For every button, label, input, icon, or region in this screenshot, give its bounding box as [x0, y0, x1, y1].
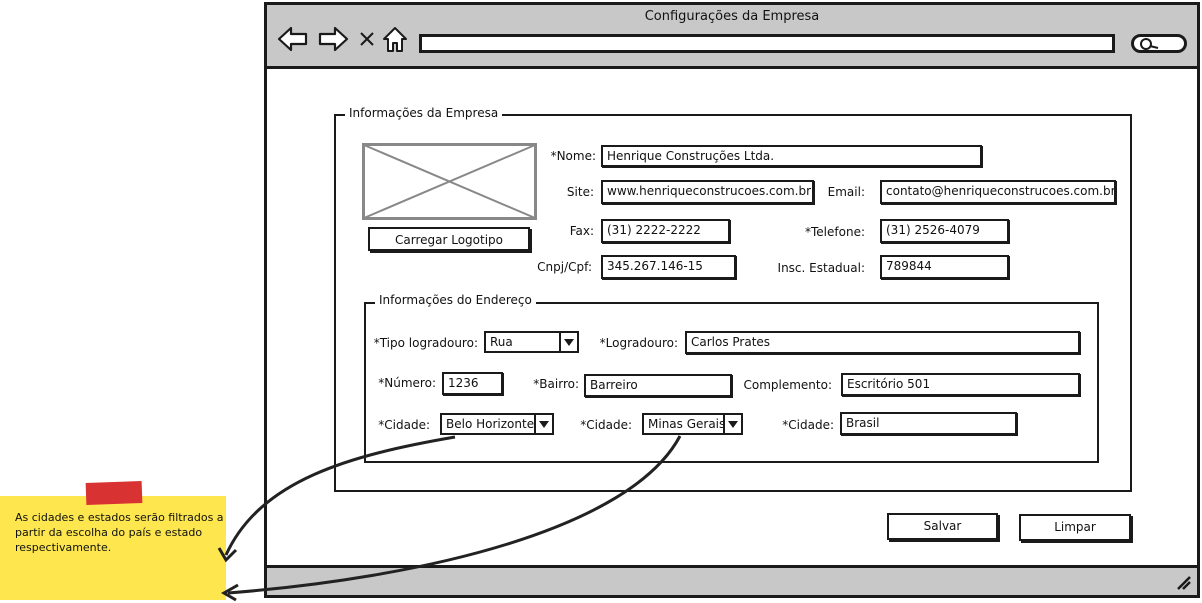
forward-arrow-icon[interactable]: [317, 25, 349, 53]
title-bar: Configurações da Empresa: [267, 5, 1197, 69]
state-select[interactable]: Minas Gerais: [642, 413, 743, 435]
address-bar[interactable]: [419, 34, 1115, 53]
state-value: Minas Gerais: [648, 417, 726, 431]
sticky-note-tape: [85, 481, 143, 505]
home-icon[interactable]: [381, 25, 409, 53]
email-field[interactable]: contato@henriqueconstrucoes.com.br: [880, 180, 1116, 204]
site-field[interactable]: www.henriqueconstrucoes.com.br: [601, 180, 814, 204]
fax-label: Fax:: [569, 224, 594, 238]
country-field[interactable]: Brasil: [840, 412, 1017, 435]
state-label: *Cidade:: [580, 418, 632, 432]
close-x-icon[interactable]: [359, 25, 375, 53]
upload-logo-button[interactable]: Carregar Logotipo: [368, 227, 530, 251]
cnpj-field[interactable]: 345.267.146-15: [601, 255, 736, 279]
country-label: *Cidade:: [782, 418, 834, 432]
phone-field[interactable]: (31) 2526-4079: [880, 219, 1009, 243]
street-label: *Logradouro:: [599, 336, 678, 350]
city-select[interactable]: Belo Horizonte: [440, 413, 554, 435]
search-box[interactable]: [1131, 34, 1187, 53]
phone-label: *Telefone:: [805, 225, 865, 239]
back-arrow-icon[interactable]: [277, 25, 309, 53]
sticky-note-text: As cidades e estados serão filtrados a p…: [15, 511, 224, 554]
state-registration-label: Insc. Estadual:: [777, 261, 865, 275]
city-label: *Cidade:: [378, 418, 430, 432]
save-button[interactable]: Salvar: [887, 513, 998, 540]
state-registration-field[interactable]: 789844: [880, 255, 1009, 279]
email-label: Email:: [827, 185, 865, 199]
district-label: *Bairro:: [533, 377, 579, 391]
window-title: Configurações da Empresa: [644, 9, 820, 24]
cnpj-label: Cnpj/Cpf:: [537, 260, 592, 274]
site-label: Site:: [566, 185, 594, 199]
company-legend: Informações da Empresa: [345, 106, 503, 120]
city-value: Belo Horizonte: [446, 417, 535, 431]
resize-grip-icon[interactable]: [1175, 574, 1191, 590]
fax-field[interactable]: (31) 2222-2222: [601, 219, 730, 243]
address-legend: Informações do Endereço: [375, 293, 536, 307]
search-icon: [1140, 38, 1159, 50]
street-type-label: *Tipo logradouro:: [373, 336, 478, 350]
street-field[interactable]: Carlos Prates: [685, 331, 1080, 354]
status-bar: [267, 565, 1197, 595]
chevron-down-icon[interactable]: [723, 415, 741, 433]
complement-label: Complemento:: [743, 378, 832, 392]
clear-button[interactable]: Limpar: [1019, 514, 1131, 541]
district-field[interactable]: Barreiro: [584, 374, 732, 397]
arrowhead-state: [221, 583, 239, 602]
street-type-select[interactable]: Rua: [484, 331, 579, 353]
complement-field[interactable]: Escritório 501: [841, 373, 1080, 396]
street-type-value: Rua: [490, 335, 513, 349]
name-label: *Nome:: [550, 149, 596, 163]
chevron-down-icon[interactable]: [559, 333, 577, 351]
name-field[interactable]: Henrique Construções Ltda.: [601, 145, 982, 167]
logo-placeholder-image: [362, 143, 537, 220]
number-field[interactable]: 1236: [442, 372, 503, 395]
number-label: *Número:: [378, 376, 436, 390]
chevron-down-icon[interactable]: [534, 415, 552, 433]
